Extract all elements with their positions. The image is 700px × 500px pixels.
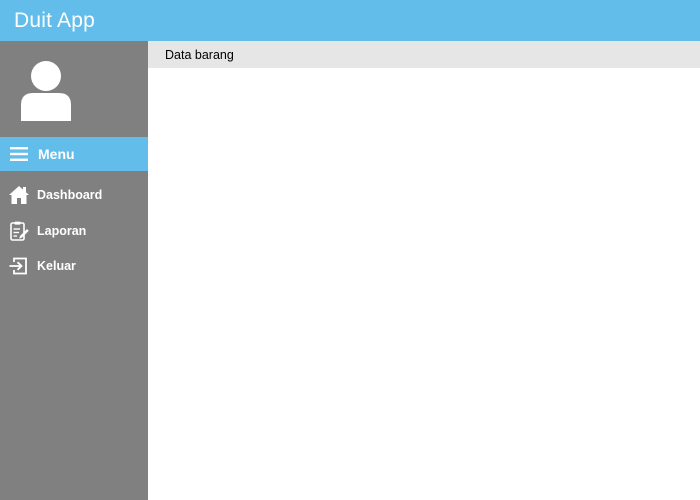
hamburger-icon <box>10 147 28 161</box>
sidebar-item-laporan[interactable]: Laporan <box>0 216 148 246</box>
sidebar-item-label: Laporan <box>37 224 87 238</box>
app-window: Duit App Menu Dashboard Laporan Keluar D… <box>0 0 700 500</box>
menu-toggle[interactable]: Menu <box>0 137 148 171</box>
sidebar-item-dashboard[interactable]: Dashboard <box>0 180 148 210</box>
home-icon <box>9 186 29 204</box>
app-title: Duit App <box>14 8 95 32</box>
report-icon <box>10 221 29 241</box>
menu-label: Menu <box>38 146 75 162</box>
top-bar: Duit App <box>0 0 700 41</box>
sidebar-item-label: Keluar <box>37 259 76 273</box>
page-title: Data barang <box>165 47 234 62</box>
content-header: Data barang <box>148 41 700 68</box>
logout-icon <box>9 257 27 275</box>
sidebar-item-keluar[interactable]: Keluar <box>0 251 148 281</box>
sidebar: Menu Dashboard Laporan Keluar <box>0 41 148 500</box>
user-avatar-icon <box>21 61 71 121</box>
sidebar-item-label: Dashboard <box>37 188 103 202</box>
main-content: Data barang <box>148 41 700 500</box>
